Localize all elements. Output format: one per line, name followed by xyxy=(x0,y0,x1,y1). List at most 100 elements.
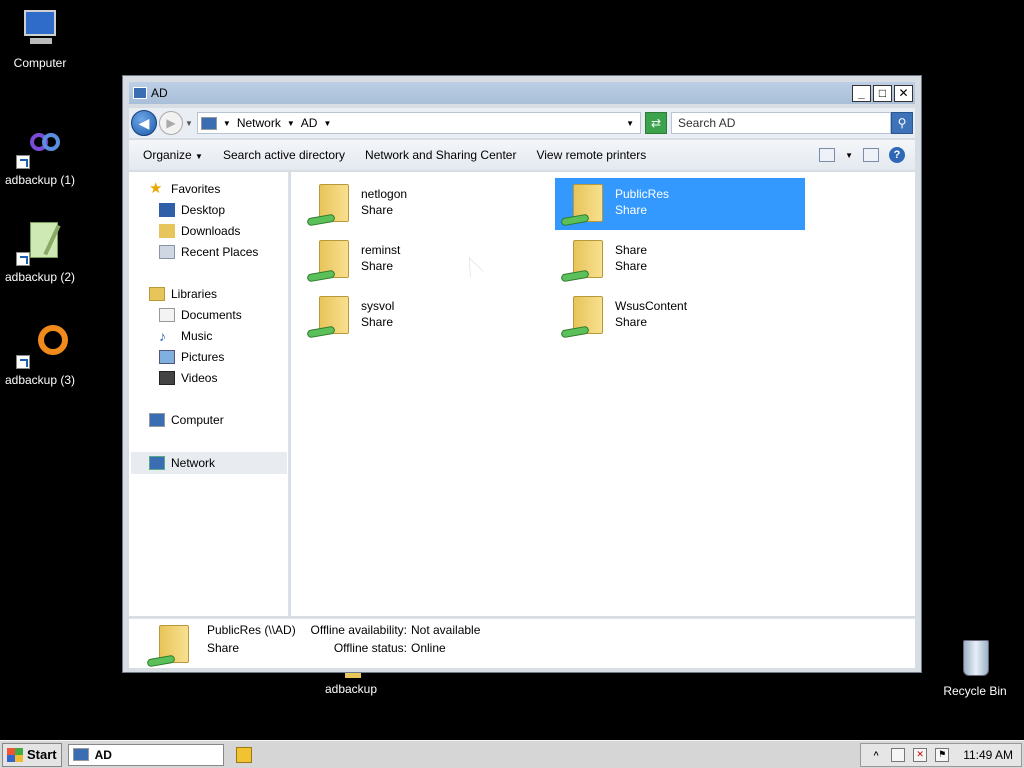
refresh-icon: ⇄ xyxy=(650,116,662,130)
desktop-icon-adbackup-3[interactable]: adbackup (3) xyxy=(0,325,80,387)
media-player-icon[interactable] xyxy=(235,746,252,763)
share-type: Share xyxy=(615,315,648,329)
share-item-share[interactable]: Share Share xyxy=(555,234,805,286)
share-name: WsusContent xyxy=(615,299,688,313)
nav-favorites-label: Favorites xyxy=(171,182,221,196)
nav-videos-label: Videos xyxy=(181,371,218,385)
nav-desktop-label: Desktop xyxy=(181,203,226,217)
documents-icon xyxy=(159,308,175,322)
music-icon: ♪ xyxy=(159,328,166,344)
star-icon: ★ xyxy=(149,180,163,197)
network-sharing-center-button[interactable]: Network and Sharing Center xyxy=(365,148,516,162)
title-bar[interactable]: AD _ □ ✕ xyxy=(129,82,915,104)
forward-button[interactable]: ▶ xyxy=(159,111,183,135)
search-active-directory-button[interactable]: Search active directory xyxy=(223,148,345,162)
recent-pages-dropdown[interactable]: ▼ xyxy=(185,119,193,128)
breadcrumb-network[interactable]: Network xyxy=(237,116,281,130)
nav-recent-places[interactable]: Recent Places xyxy=(159,245,258,259)
computer-icon xyxy=(149,413,165,427)
share-name: reminst xyxy=(361,243,401,257)
chevron-down-icon[interactable]: ▼ xyxy=(287,119,295,128)
videos-icon xyxy=(159,371,175,385)
computer-icon xyxy=(72,748,89,761)
nav-downloads-label: Downloads xyxy=(181,224,241,238)
share-item-sysvol[interactable]: sysvol Share xyxy=(301,290,551,342)
close-button[interactable]: ✕ xyxy=(894,84,913,102)
nav-network[interactable]: Network xyxy=(131,452,287,474)
desktop-icon-recycle-bin[interactable]: Recycle Bin xyxy=(935,636,1015,698)
shared-folder-icon xyxy=(306,236,355,284)
nav-libraries-label: Libraries xyxy=(171,287,218,301)
nav-downloads[interactable]: Downloads xyxy=(159,224,240,238)
nav-videos[interactable]: Videos xyxy=(159,371,217,385)
breadcrumb[interactable]: ▼ Network ▼ AD ▼ ▼ xyxy=(196,112,641,134)
taskbar: Start AD ^ ✕ ⚑ 11:49 AM xyxy=(0,740,1024,768)
action-center-flag-icon[interactable]: ⚑ xyxy=(935,747,950,762)
clock[interactable]: 11:49 AM xyxy=(963,748,1013,762)
share-name: netlogon xyxy=(361,187,408,201)
breadcrumb-ad[interactable]: AD xyxy=(301,116,318,130)
infinity-app-icon xyxy=(16,125,64,169)
address-history-dropdown[interactable]: ▼ xyxy=(626,119,634,128)
back-button[interactable]: ◀ xyxy=(131,110,157,136)
libraries-icon xyxy=(149,287,165,301)
nav-computer-label: Computer xyxy=(171,413,224,427)
share-name: sysvol xyxy=(361,299,395,313)
system-tray: ^ ✕ ⚑ 11:49 AM xyxy=(860,742,1022,767)
computer-icon xyxy=(16,8,64,52)
shared-folder-icon xyxy=(560,236,609,284)
chevron-down-icon[interactable]: ▼ xyxy=(323,119,331,128)
taskbar-item-ad[interactable]: AD xyxy=(67,743,224,766)
share-type: Share xyxy=(361,203,394,217)
recycle-bin-icon xyxy=(951,636,999,680)
show-hidden-icons-icon[interactable]: ^ xyxy=(869,748,883,762)
start-button[interactable]: Start xyxy=(2,742,62,767)
network-tray-icon[interactable] xyxy=(891,747,906,762)
details-type: Share xyxy=(207,641,240,655)
views-icon[interactable] xyxy=(819,148,836,162)
share-type: Share xyxy=(361,315,394,329)
nav-libraries[interactable]: Libraries xyxy=(149,287,217,301)
share-name: PublicRes xyxy=(615,187,670,201)
view-remote-printers-button[interactable]: View remote printers xyxy=(536,148,646,162)
start-label: Start xyxy=(27,747,57,762)
navigation-pane: ★ Favorites Desktop Downloads Recent Pla… xyxy=(129,172,289,616)
search-icon[interactable]: ⚲ xyxy=(891,112,913,134)
search-input[interactable]: Search AD ⚲ xyxy=(671,112,913,134)
offline-status-label: Offline status: xyxy=(333,641,407,655)
chevron-down-icon[interactable]: ▼ xyxy=(223,119,231,128)
details-name: PublicRes (\\AD) xyxy=(207,623,296,637)
minimize-button[interactable]: _ xyxy=(852,84,871,102)
help-icon[interactable]: ? xyxy=(889,147,905,163)
nav-music-label: Music xyxy=(181,329,213,343)
shared-folder-icon xyxy=(560,292,609,340)
nav-music[interactable]: ♪ Music xyxy=(159,329,212,343)
desktop-icon-adbackup-2[interactable]: adbackup (2) xyxy=(0,222,80,284)
nav-desktop[interactable]: Desktop xyxy=(159,203,225,217)
taskbar-item-label: AD xyxy=(94,747,112,762)
recent-places-icon xyxy=(159,245,175,259)
share-name: Share xyxy=(615,243,648,257)
nav-pictures[interactable]: Pictures xyxy=(159,350,224,364)
shared-folder-icon xyxy=(306,180,355,228)
share-item-netlogon[interactable]: netlogon Share xyxy=(301,178,551,230)
share-item-wsuscontent[interactable]: WsusContent Share xyxy=(555,290,805,342)
maximize-button[interactable]: □ xyxy=(873,84,892,102)
nav-network-label: Network xyxy=(171,456,216,470)
desktop-icon-computer[interactable]: Computer xyxy=(0,8,80,70)
refresh-button[interactable]: ⇄ xyxy=(645,112,667,134)
share-item-publicres[interactable]: PublicRes Share xyxy=(555,178,805,230)
share-item-reminst[interactable]: reminst Share xyxy=(301,234,551,286)
desktop-icon-adbackup-1[interactable]: adbackup (1) xyxy=(0,125,80,187)
shortcut-arrow-icon xyxy=(16,155,30,169)
computer-icon xyxy=(133,87,147,99)
nav-favorites[interactable]: ★ Favorites xyxy=(149,180,221,197)
explorer-window: AD _ □ ✕ ◀ ▶ ▼ ▼ Network ▼ AD ▼ ▼ ⇄ Sear… xyxy=(122,75,922,673)
views-dropdown[interactable]: ▼ xyxy=(845,151,853,160)
volume-muted-icon[interactable]: ✕ xyxy=(913,747,928,762)
nav-computer[interactable]: Computer xyxy=(149,413,224,427)
preview-pane-icon[interactable] xyxy=(863,148,879,162)
nav-pictures-label: Pictures xyxy=(181,350,225,364)
nav-documents[interactable]: Documents xyxy=(159,308,242,322)
organize-button[interactable]: Organize ▼ xyxy=(143,148,203,162)
